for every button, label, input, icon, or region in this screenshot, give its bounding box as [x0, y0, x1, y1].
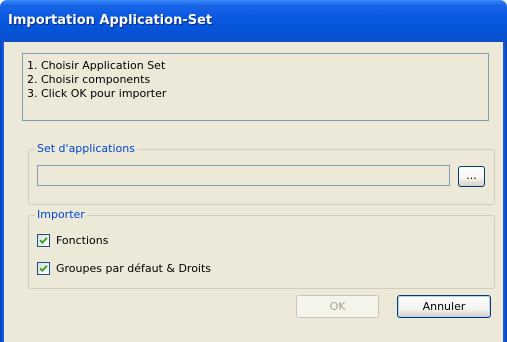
fonctions-checkbox[interactable]: [37, 233, 50, 247]
check-mark-icon: [39, 264, 48, 272]
fonctions-label: Fonctions: [56, 233, 109, 247]
import-dialog-window: Importation Application-Set 1. Choisir A…: [0, 0, 507, 342]
title-bar[interactable]: Importation Application-Set: [0, 0, 507, 42]
import-options-group-legend: Importer: [35, 208, 87, 221]
browse-button[interactable]: ...: [458, 166, 485, 187]
groupes-droits-checkbox[interactable]: [37, 261, 50, 275]
import-options-group: Importer Fonctions Groupes par défaut & …: [28, 208, 495, 289]
option-groupes-droits[interactable]: Groupes par défaut & Droits: [37, 260, 211, 276]
instruction-line-2: 2. Choisir components: [27, 73, 151, 86]
cancel-button[interactable]: Annuler: [397, 295, 491, 318]
instruction-line-1: 1. Choisir Application Set: [27, 59, 166, 72]
application-set-group: Set d'applications ...: [28, 142, 495, 205]
option-fonctions[interactable]: Fonctions: [37, 232, 109, 248]
groupes-droits-label: Groupes par défaut & Droits: [56, 261, 212, 275]
dialog-client-area: 1. Choisir Application Set 2. Choisir co…: [4, 42, 503, 342]
ok-button[interactable]: OK: [296, 295, 379, 318]
window-frame-right: [503, 42, 507, 342]
application-set-group-legend: Set d'applications: [35, 142, 137, 155]
instruction-line-3: 3. Click OK pour importer: [27, 87, 167, 100]
check-mark-icon: [39, 236, 48, 244]
application-set-path-field[interactable]: [37, 165, 450, 186]
window-title: Importation Application-Set: [8, 13, 213, 28]
instructions-box: 1. Choisir Application Set 2. Choisir co…: [22, 53, 489, 121]
